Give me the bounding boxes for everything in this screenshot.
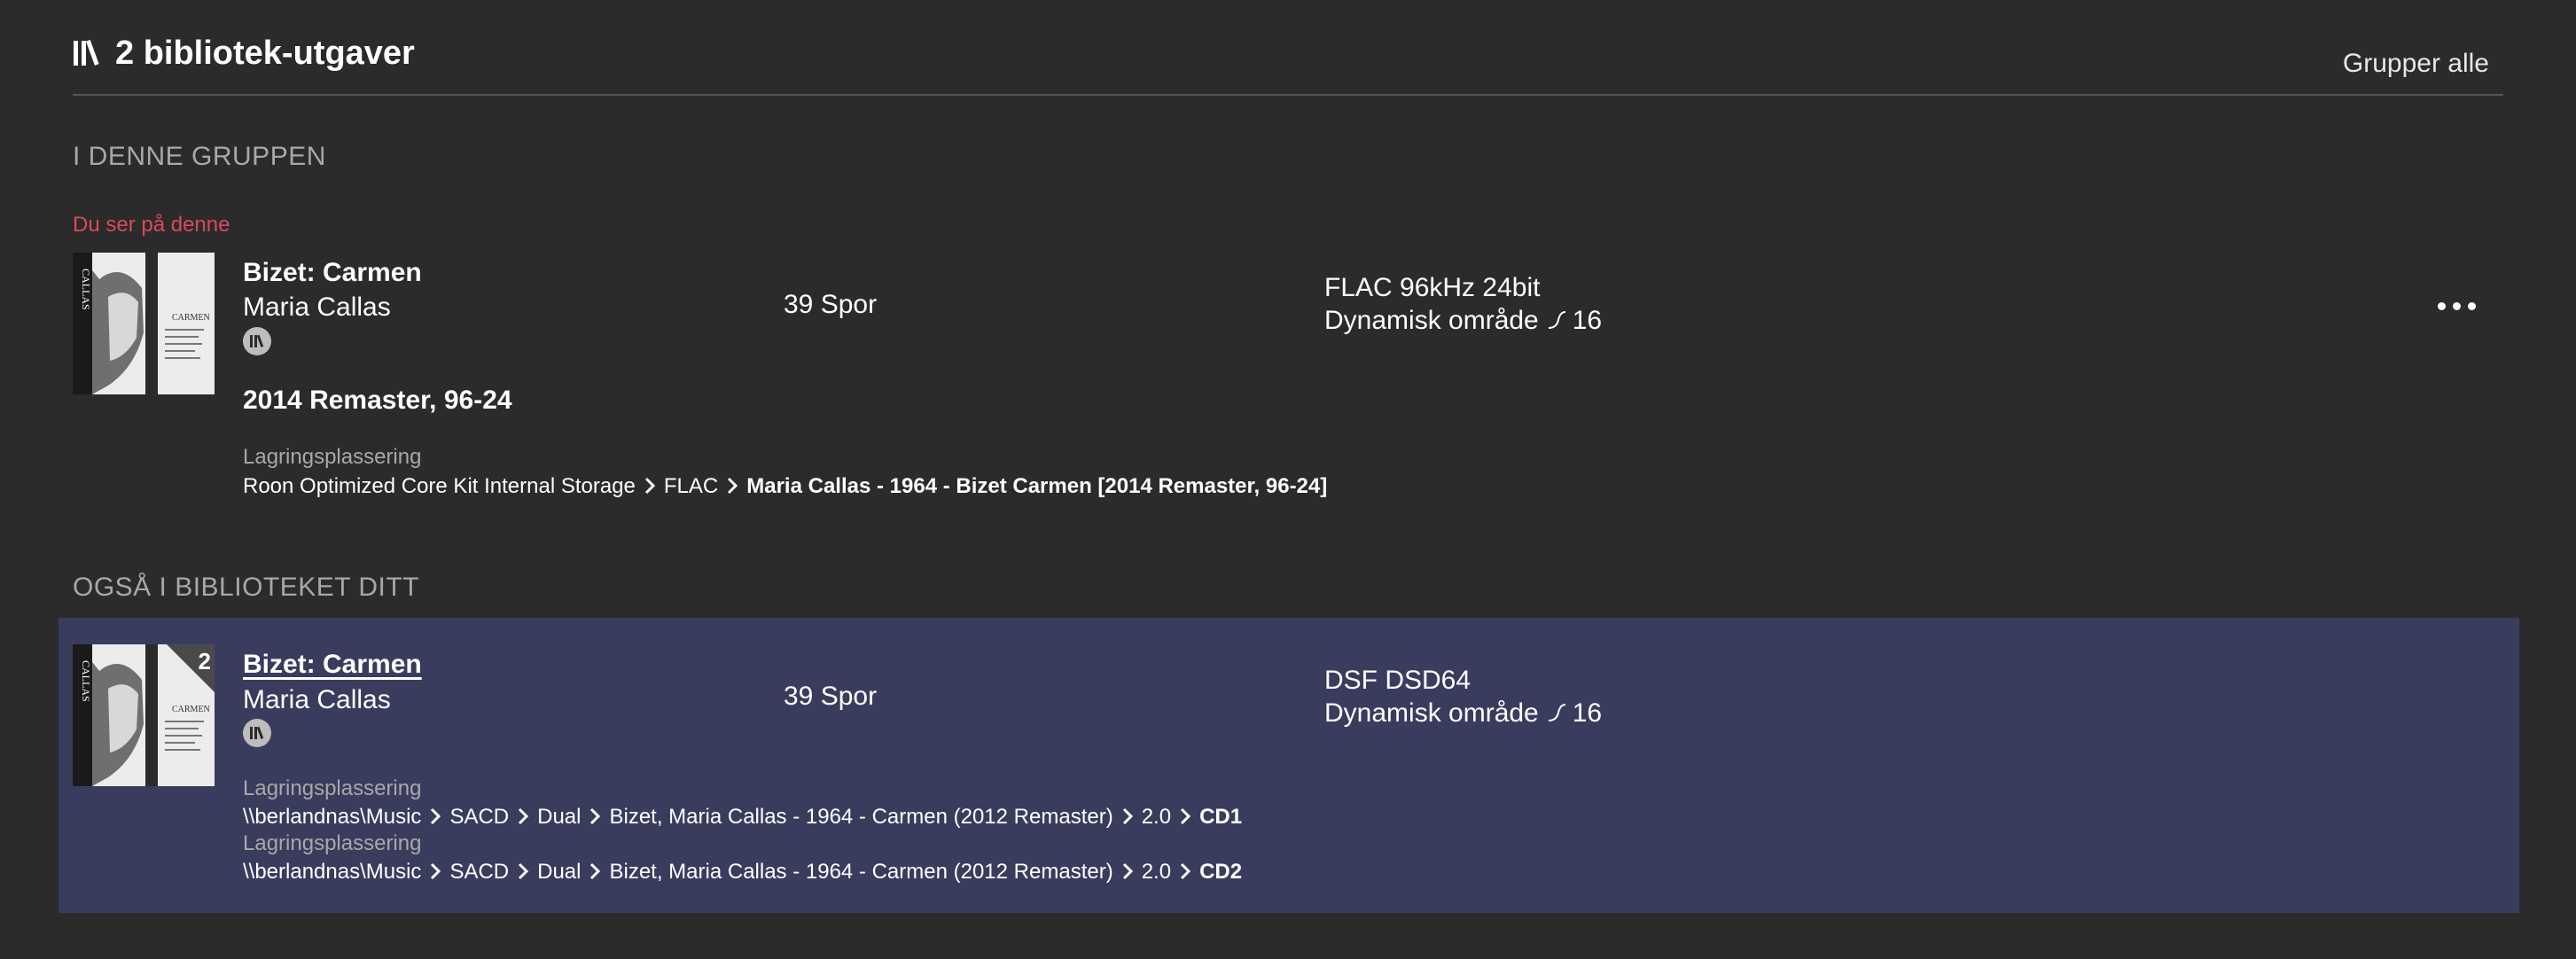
path-segment[interactable]: CD2 [1199,859,1242,885]
chevron-right-icon [431,807,441,825]
album-artist[interactable]: Maria Callas [243,291,391,324]
path-segment[interactable]: Dual [537,804,581,830]
path-segment[interactable]: 2.0 [1142,804,1171,830]
disc-count-badge: 2 [198,648,211,674]
chevron-right-icon [728,477,738,495]
chevron-right-icon [644,477,656,495]
path-segment[interactable]: \\berlandnas\Music [243,859,421,885]
path-segment[interactable]: SACD [449,859,509,885]
version-label: 2014 Remaster, 96-24 [243,386,512,415]
path-segment[interactable]: FLAC [664,473,718,500]
storage-label: Lagringsplassering [243,776,422,800]
svg-text:CALLAS: CALLAS [80,269,92,310]
album-title: Bizet: Carmen [243,258,422,287]
dynamic-range-icon [1548,704,1565,721]
path-segment[interactable]: 2.0 [1142,859,1171,885]
viewing-label: Du ser på denne [73,213,230,237]
album-cover[interactable]: CALLAS CARMEN [73,253,215,394]
chevron-right-icon [1122,807,1133,825]
path-segment[interactable]: CD1 [1199,804,1242,830]
chevron-right-icon [519,862,529,880]
path-segment[interactable]: \\berlandnas\Music [243,804,421,830]
dynamic-range-label: Dynamisk område [1324,306,1539,335]
audio-format: DSF DSD64 [1324,666,1471,695]
path-segment[interactable]: Bizet, Maria Callas - 1964 - Carmen (201… [609,859,1112,885]
chevron-right-icon [1181,807,1191,825]
album-artist[interactable]: Maria Callas [243,683,391,717]
dynamic-range: Dynamisk område 16 [1324,697,1602,730]
library-badge-icon [250,334,264,347]
chevron-right-icon [590,862,601,880]
dynamic-range-value: 16 [1572,306,1603,335]
track-count: 39 Spor [784,290,878,319]
album-cover-art: CALLAS CARMEN [73,253,215,394]
storage-label: Lagringsplassering [243,831,422,855]
dynamic-range-icon [1548,311,1565,329]
path-segment[interactable]: SACD [449,804,509,830]
svg-text:CARMEN: CARMEN [172,313,210,323]
path-segment[interactable]: Roon Optimized Core Kit Internal Storage [243,473,636,500]
section-title-also-in-library: OGSÅ I BIBLIOTEKET DITT [73,573,420,602]
storage-label: Lagringsplassering [243,445,422,469]
chevron-right-icon [1122,862,1133,880]
chevron-right-icon [431,862,441,880]
page-title: 2 bibliotek-utgaver [115,35,415,72]
audio-format: FLAC 96kHz 24bit [1324,273,1541,302]
album-cover-art: CALLAS CARMEN [73,644,215,786]
library-badge [243,327,271,355]
library-icon [74,39,99,66]
group-all-button[interactable]: Grupper alle [2343,46,2489,82]
path-segment[interactable]: Maria Callas - 1964 - Bizet Carmen [2014… [746,473,1327,500]
library-badge-icon [250,726,264,739]
storage-path: \\berlandnas\Music SACD Dual Bizet, Maria C… [243,804,1242,830]
header: 2 bibliotek-utgaver Grupper alle [73,25,2503,96]
more-options-icon[interactable] [2438,299,2483,315]
chevron-right-icon [519,807,529,825]
dynamic-range-value: 16 [1572,698,1603,728]
chevron-right-icon [1181,862,1191,880]
album-title-link[interactable]: Bizet: Carmen [243,648,422,682]
dynamic-range: Dynamisk område 16 [1324,304,1602,338]
section-title-in-group: I DENNE GRUPPEN [73,142,326,171]
path-segment[interactable]: Dual [537,859,581,885]
chevron-right-icon [590,807,601,825]
svg-text:CARMEN: CARMEN [172,705,210,714]
storage-path: Roon Optimized Core Kit Internal Storage… [243,473,1327,500]
storage-path: \\berlandnas\Music SACD Dual Bizet, Maria C… [243,859,1242,885]
svg-text:CALLAS: CALLAS [80,660,92,702]
dynamic-range-label: Dynamisk område [1324,698,1539,728]
path-segment[interactable]: Bizet, Maria Callas - 1964 - Carmen (201… [609,804,1112,830]
album-cover[interactable]: CALLAS CARMEN 2 [73,644,215,786]
library-badge [243,719,271,747]
track-count: 39 Spor [784,682,878,711]
